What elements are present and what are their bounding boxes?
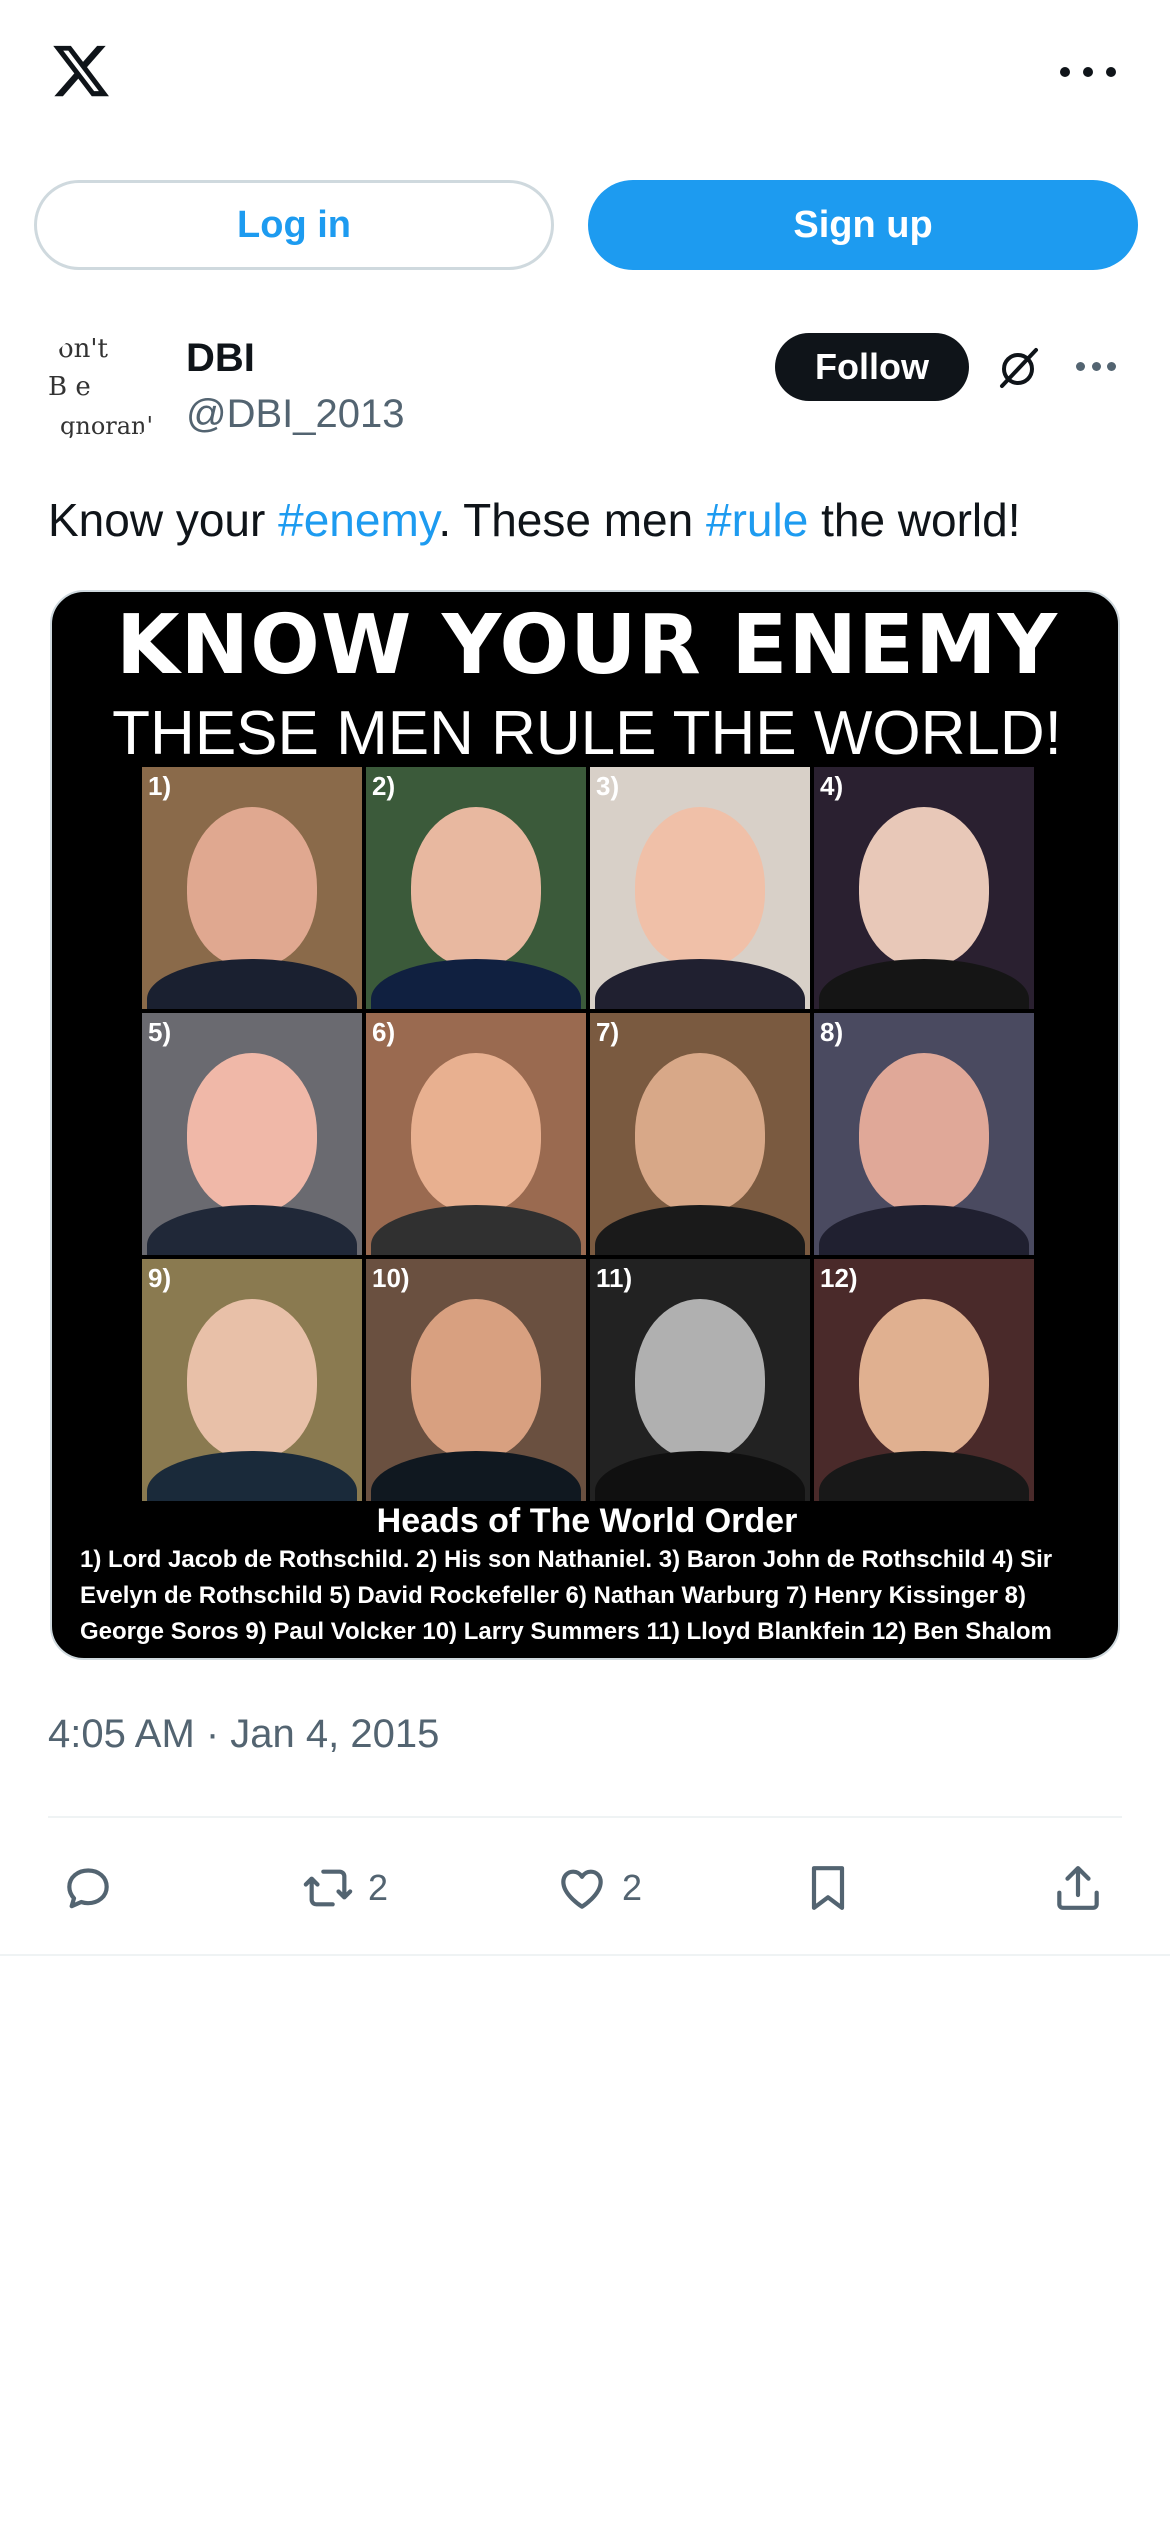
portrait-cell: 4): [814, 767, 1034, 1009]
share-icon: [1057, 1866, 1099, 1910]
portrait-number: 6): [372, 1017, 396, 1047]
repost-icon: [303, 1869, 353, 1907]
heart-icon: [561, 1869, 603, 1909]
post-image[interactable]: KNOW YOUR ENEMY THESE MEN RULE THE WORLD…: [50, 590, 1120, 1660]
portrait-face: [187, 807, 317, 967]
portrait-cell: 5): [142, 1013, 362, 1255]
portrait-torso: [819, 1451, 1029, 1501]
bookmark-button[interactable]: [800, 1858, 856, 1918]
portrait-torso: [147, 959, 357, 1009]
portrait-torso: [595, 1205, 805, 1255]
tweet-text: Know your #enemy. These men #rule the wo…: [48, 490, 1128, 550]
repost-button[interactable]: 2: [300, 1858, 388, 1918]
portrait-number: 9): [148, 1263, 172, 1293]
portrait-face: [411, 807, 541, 967]
divider: [0, 1954, 1170, 1956]
portrait-cell: 1): [142, 767, 362, 1009]
portrait-face: [635, 1299, 765, 1459]
avatar-text-line: gnoran': [60, 412, 154, 440]
tweet-text-segment: the world!: [808, 494, 1021, 546]
portrait-face: [859, 1299, 989, 1459]
portrait-number: 11): [596, 1263, 633, 1293]
portrait-number: 5): [148, 1017, 172, 1047]
portrait-number: 3): [596, 771, 620, 801]
portrait-torso: [371, 1451, 581, 1501]
image-caption-text: 1) Lord Jacob de Rothschild. 2) His son …: [80, 1546, 1053, 1645]
portrait-cell: 11): [590, 1259, 810, 1501]
avatar-text-line: B e: [48, 372, 91, 402]
signup-button[interactable]: Sign up: [588, 180, 1138, 270]
reply-icon: [67, 1868, 109, 1909]
repost-count: 2: [368, 1867, 389, 1908]
more-icon[interactable]: [1060, 52, 1116, 92]
share-button[interactable]: [1050, 1858, 1106, 1918]
x-logo-icon[interactable]: [48, 40, 114, 102]
portrait-torso: [147, 1451, 357, 1501]
post-timestamp[interactable]: 4:05 AM · Jan 4, 2015: [48, 1712, 439, 1757]
portrait-torso: [147, 1205, 357, 1255]
divider: [48, 1816, 1122, 1818]
bookmark-icon: [811, 1866, 845, 1910]
portrait-number: 8): [820, 1017, 844, 1047]
portrait-torso: [819, 1205, 1029, 1255]
portrait-face: [635, 807, 765, 967]
portrait-number: 7): [596, 1017, 620, 1047]
tweet-text-segment: Know your: [48, 494, 279, 546]
portrait-cell: 9): [142, 1259, 362, 1501]
portrait-face: [187, 1299, 317, 1459]
portrait-torso: [371, 1205, 581, 1255]
image-caption-title: Heads of The World Order: [376, 1502, 798, 1540]
portrait-cell: 7): [590, 1013, 810, 1255]
like-button[interactable]: 2: [554, 1858, 642, 1918]
tweet-text-segment: . These men: [438, 494, 706, 546]
follow-button[interactable]: Follow: [775, 333, 969, 401]
portrait-face: [187, 1053, 317, 1213]
portrait-torso: [595, 1451, 805, 1501]
portrait-cell: 6): [366, 1013, 586, 1255]
portrait-face: [411, 1299, 541, 1459]
login-button[interactable]: Log in: [34, 180, 554, 270]
portrait-torso: [595, 959, 805, 1009]
portrait-face: [411, 1053, 541, 1213]
grok-icon[interactable]: [994, 344, 1042, 392]
portrait-number: 12): [820, 1263, 858, 1293]
top-bar: [0, 0, 1170, 150]
portrait-face: [635, 1053, 765, 1213]
reply-button[interactable]: [60, 1858, 116, 1918]
like-count: 2: [622, 1867, 643, 1908]
portrait-cell: 3): [590, 767, 810, 1009]
portrait-number: 2): [372, 771, 396, 801]
hashtag-link[interactable]: #enemy: [278, 494, 438, 546]
portrait-grid: 1) 2) 3) 4) 5) 6) 7) 8) 9) 10) 11) 12): [142, 767, 1034, 1507]
portrait-number: 4): [820, 771, 844, 801]
portrait-number: 1): [148, 771, 172, 801]
avatar-text-line: on't: [58, 334, 108, 364]
hashtag-link[interactable]: #rule: [706, 494, 808, 546]
portrait-cell: 2): [366, 767, 586, 1009]
portrait-cell: 12): [814, 1259, 1034, 1501]
display-name[interactable]: DBI: [186, 336, 255, 381]
image-subheadline: THESE MEN RULE THE WORLD!: [112, 699, 1062, 768]
portrait-torso: [819, 959, 1029, 1009]
portrait-cell: 10): [366, 1259, 586, 1501]
avatar[interactable]: on't B e gnoran': [44, 330, 162, 448]
post-more-icon[interactable]: [1076, 362, 1116, 374]
portrait-cell: 8): [814, 1013, 1034, 1255]
portrait-torso: [371, 959, 581, 1009]
portrait-face: [859, 807, 989, 967]
user-handle[interactable]: @DBI_2013: [186, 392, 405, 437]
portrait-face: [859, 1053, 989, 1213]
image-headline: KNOW YOUR ENEMY: [116, 598, 1058, 693]
portrait-number: 10): [372, 1263, 410, 1293]
